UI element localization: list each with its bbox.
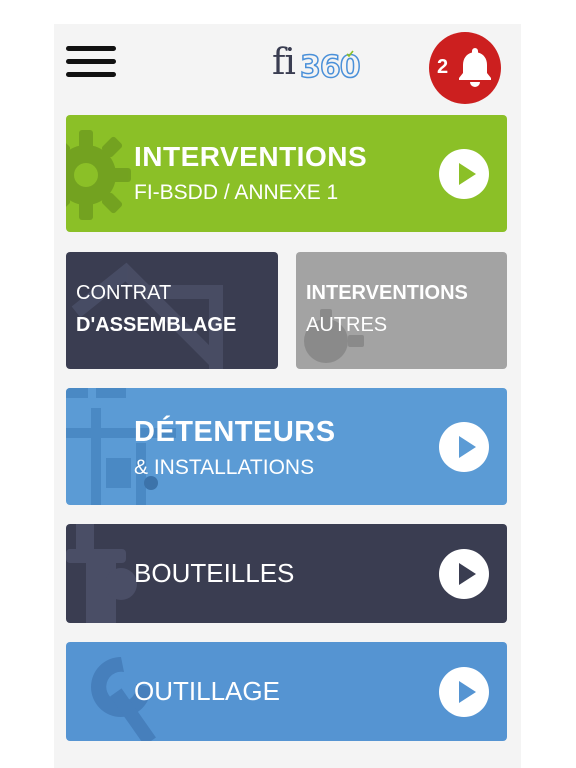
interventions-tile[interactable]: INTERVENTIONS FI-BSDD / ANNEXE 1	[66, 115, 507, 232]
tile-title: OUTILLAGE	[134, 676, 280, 706]
play-icon[interactable]	[439, 667, 489, 717]
tile-title: INTERVENTIONS	[134, 141, 368, 172]
bouteilles-tile[interactable]: BOUTEILLES	[66, 524, 507, 623]
menu-line	[66, 72, 116, 77]
app-logo: fi 360	[272, 42, 361, 90]
outillage-tile[interactable]: OUTILLAGE	[66, 642, 507, 741]
play-icon[interactable]	[439, 149, 489, 199]
tile-line-2: D'ASSEMBLAGE	[76, 314, 237, 336]
notifications-count: 2	[437, 56, 449, 78]
tile-line-1: CONTRAT	[76, 282, 172, 304]
bell-icon	[459, 48, 491, 87]
tile-subtitle: & INSTALLATIONS	[134, 456, 315, 479]
notifications-button[interactable]: 2	[429, 32, 501, 104]
tile-line-2: AUTRES	[306, 314, 388, 336]
tile-title: DÉTENTEURS	[134, 416, 336, 448]
interventions-autres-tile[interactable]: INTERVENTIONS AUTRES	[296, 252, 507, 369]
play-icon[interactable]	[439, 422, 489, 472]
app-screen: fi 360 2 INTERVENTIONS FI-BSDD / ANNEXE …	[54, 24, 521, 768]
check-icon	[346, 50, 354, 58]
contrat-assemblage-tile[interactable]: CONTRAT D'ASSEMBLAGE	[66, 252, 278, 369]
logo-prefix: fi	[272, 42, 296, 83]
tile-line-1: INTERVENTIONS	[306, 282, 468, 304]
menu-line	[66, 46, 116, 51]
tile-title: BOUTEILLES	[134, 558, 295, 588]
detenteurs-tile[interactable]: DÉTENTEURS & INSTALLATIONS	[66, 388, 507, 505]
gear-icon	[66, 130, 131, 220]
menu-line	[66, 59, 116, 64]
tile-subtitle: FI-BSDD / ANNEXE 1	[134, 181, 339, 204]
hamburger-menu-icon[interactable]	[66, 46, 118, 82]
play-icon[interactable]	[439, 549, 489, 599]
